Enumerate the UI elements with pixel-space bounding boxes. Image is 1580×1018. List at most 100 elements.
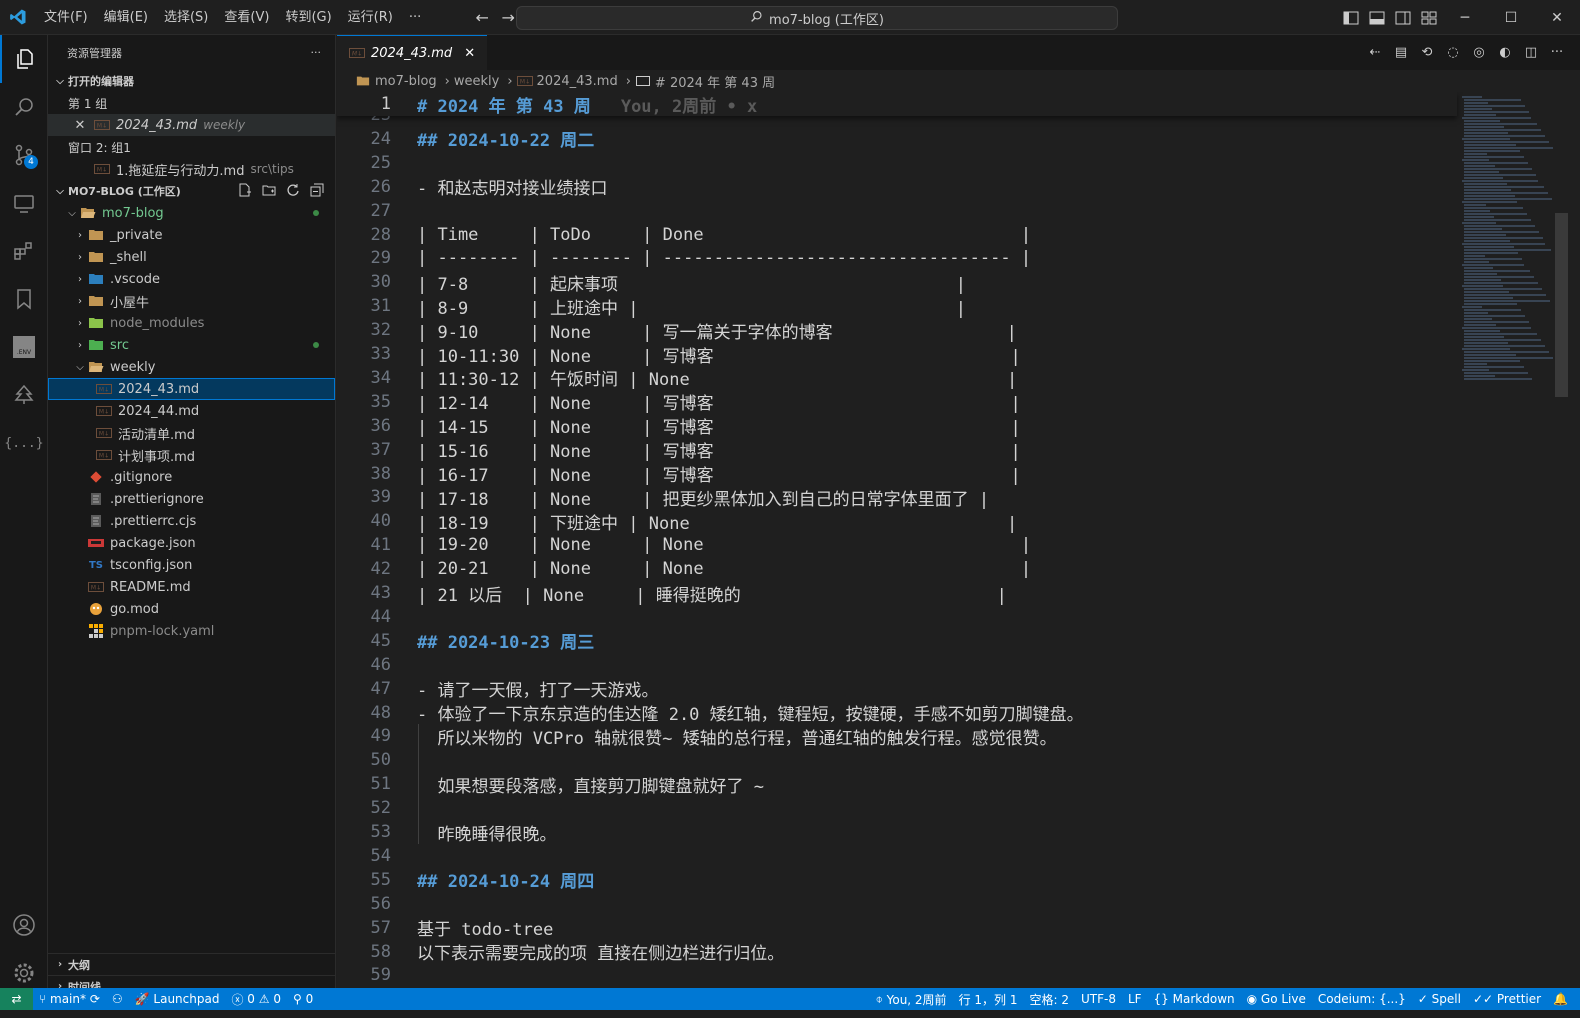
code-line[interactable]: 54: [337, 844, 1457, 868]
git-next-icon[interactable]: ◎: [1466, 45, 1492, 60]
toggle-primary-sidebar-icon[interactable]: [1338, 0, 1364, 35]
code-line[interactable]: 58 以下表示需要完成的项 直接在侧边栏进行归位。: [337, 940, 1457, 965]
code-line[interactable]: 34 | 11:30-12 | 午饭时间 | None |: [337, 366, 1457, 391]
tree-file-active[interactable]: M↓ 2024_43.md: [48, 378, 335, 400]
explorer-icon[interactable]: [0, 35, 48, 83]
code-line[interactable]: 53 昨晚睡得很晚。: [337, 820, 1457, 845]
tree-folder-open[interactable]: ⌵ weekly: [48, 356, 335, 378]
ports-status[interactable]: ⚲ 0: [287, 992, 319, 1006]
code-line[interactable]: 48 - 体验了一下京东京造的佳达隆 2.0 矮红轴，键程短，按键硬，手感不如剪刀…: [337, 701, 1457, 726]
code-line[interactable]: 32 | 9-10 | None | 写一篇关于字体的博客 |: [337, 318, 1457, 343]
breadcrumb-item[interactable]: weekly: [454, 74, 499, 89]
new-file-icon[interactable]: [233, 183, 257, 200]
tab-2024-43[interactable]: M↓ 2024_43.md ✕: [337, 35, 488, 70]
workspace-header[interactable]: ⌵ MO7-BLOG (工作区): [48, 180, 335, 202]
remote-indicator-icon[interactable]: ⇄: [0, 988, 33, 1010]
back-arrow-icon[interactable]: ←: [469, 8, 495, 27]
tree-file[interactable]: M↓ 2024_44.md: [48, 400, 335, 422]
tree-file[interactable]: go.mod: [48, 598, 335, 620]
account-icon[interactable]: [0, 901, 48, 949]
branch-status[interactable]: ⑂ main* ⟳: [33, 992, 106, 1006]
source-control-icon[interactable]: 4: [0, 131, 48, 179]
open-editors-header[interactable]: ⌵ 打开的编辑器: [48, 70, 335, 92]
todo-tree-icon[interactable]: [0, 371, 48, 419]
encoding[interactable]: UTF-8: [1075, 992, 1122, 1006]
code-line[interactable]: 36 | 14-15 | None | 写博客 |: [337, 414, 1457, 439]
tree-file[interactable]: M↓ 活动清单.md: [48, 422, 335, 444]
spell-status[interactable]: ✓ Spell: [1412, 992, 1467, 1006]
tree-folder[interactable]: › 小屋牛: [48, 290, 335, 312]
code-line[interactable]: 40 | 18-19 | 下班途中 | None |: [337, 509, 1457, 534]
end-of-line[interactable]: LF: [1122, 992, 1148, 1006]
json-braces-icon[interactable]: {...}: [0, 419, 48, 467]
code-line[interactable]: 38 | 16-17 | None | 写博客 |: [337, 462, 1457, 487]
menu-view[interactable]: 查看(V): [216, 0, 277, 35]
open-editor-item[interactable]: M↓ 1.拖延症与行动力.md src\tips: [48, 158, 335, 180]
remote-explorer-icon[interactable]: [0, 179, 48, 227]
code-line[interactable]: 33 | 10-11:30 | None | 写博客 |: [337, 342, 1457, 367]
customize-layout-icon[interactable]: [1416, 0, 1442, 35]
tree-file[interactable]: M↓ 计划事项.md: [48, 444, 335, 466]
tree-folder[interactable]: › _private: [48, 224, 335, 246]
menu-edit[interactable]: 编辑(E): [96, 0, 156, 35]
close-window-icon[interactable]: ✕: [1534, 10, 1580, 26]
tree-file[interactable]: pnpm-lock.yaml: [48, 620, 335, 642]
breadcrumb-item[interactable]: # 2024 年 第 43 周: [655, 72, 775, 91]
menu-selection[interactable]: 选择(S): [156, 0, 216, 35]
maximize-icon[interactable]: ☐: [1488, 10, 1534, 26]
code-line[interactable]: 44: [337, 605, 1457, 629]
cursor-position[interactable]: 行 1，列 1: [953, 991, 1024, 1008]
code-line[interactable]: 27: [337, 199, 1457, 223]
code-line[interactable]: 52: [337, 796, 1457, 820]
editor-scrollbar[interactable]: [1555, 213, 1568, 397]
tree-file[interactable]: TS tsconfig.json: [48, 554, 335, 576]
sync-icon[interactable]: ⟳: [86, 992, 100, 1006]
open-editor-item[interactable]: ✕ M↓ 2024_43.md weekly: [48, 114, 335, 136]
tree-folder[interactable]: › src: [48, 334, 335, 356]
code-line[interactable]: 42 | 20-21 | None | None |: [337, 557, 1457, 581]
code-line[interactable]: 50: [337, 748, 1457, 772]
tree-file[interactable]: .gitignore: [48, 466, 335, 488]
new-folder-icon[interactable]: [257, 183, 281, 200]
notifications-bell-icon[interactable]: 🔔: [1547, 992, 1574, 1006]
live-share-icon[interactable]: ⚇: [106, 992, 129, 1006]
more-actions-icon[interactable]: ···: [311, 46, 322, 59]
codeium-status[interactable]: Codeium: {...}: [1312, 992, 1412, 1006]
search-activity-icon[interactable]: [0, 83, 48, 131]
prettier-status[interactable]: ✓✓ Prettier: [1467, 992, 1547, 1006]
code-line[interactable]: 31 | 8-9 | 上班途中 | |: [337, 294, 1457, 319]
code-line[interactable]: 35 | 12-14 | None | 写博客 |: [337, 390, 1457, 415]
breadcrumb-item[interactable]: 2024_43.md: [537, 74, 618, 89]
code-line[interactable]: 51 如果想要段落感，直接剪刀脚键盘就好了 ~: [337, 772, 1457, 797]
code-editor[interactable]: 1 # 2024 年 第 43 周You, 2周前 • x 2324## 202…: [337, 92, 1580, 997]
markdown-preview-icon[interactable]: ▤: [1388, 45, 1414, 60]
code-line[interactable]: 41 | 19-20 | None | None |: [337, 533, 1457, 557]
code-line[interactable]: 49 所以米物的 VCPro 轴就很赞~ 矮轴的总行程，普通红轴的触发行程。感觉…: [337, 724, 1457, 749]
indentation[interactable]: 空格: 2: [1023, 991, 1075, 1008]
go-live[interactable]: ◉ Go Live: [1241, 992, 1312, 1006]
tree-file[interactable]: package.json: [48, 532, 335, 554]
git-previous-icon[interactable]: ◌: [1440, 45, 1466, 60]
tree-file[interactable]: M↓ README.md: [48, 576, 335, 598]
tree-folder[interactable]: › _shell: [48, 246, 335, 268]
tree-folder[interactable]: › .vscode: [48, 268, 335, 290]
code-line[interactable]: 55 ## 2024-10-24 周四: [337, 868, 1457, 893]
tree-file[interactable]: .prettierrc.cjs: [48, 510, 335, 532]
code-line[interactable]: 47 - 请了一天假，打了一天游戏。: [337, 677, 1457, 702]
menu-file[interactable]: 文件(F): [36, 0, 96, 35]
tree-file[interactable]: .prettierignore: [48, 488, 335, 510]
outline-header[interactable]: › 大纲: [48, 953, 336, 975]
toggle-secondary-sidebar-icon[interactable]: [1390, 0, 1416, 35]
code-line[interactable]: 29 | -------- | -------- | --------------…: [337, 246, 1457, 270]
code-line[interactable]: 26 - 和赵志明对接业绩接口: [337, 175, 1457, 200]
minimize-icon[interactable]: ─: [1442, 10, 1488, 26]
code-line[interactable]: 57 基于 todo-tree: [337, 916, 1457, 941]
code-line[interactable]: 39 | 17-18 | None | 把更纱黑体加入到自己的日常字体里面了 |: [337, 485, 1457, 510]
extensions-icon[interactable]: [0, 227, 48, 275]
env-icon[interactable]: .ENV: [0, 323, 48, 371]
sticky-scroll-header[interactable]: 1 # 2024 年 第 43 周 You, 2周前 • x: [337, 92, 1457, 117]
menu-more[interactable]: ···: [401, 0, 429, 35]
close-icon[interactable]: ✕: [72, 118, 88, 133]
timeline-icon[interactable]: ◐: [1492, 45, 1518, 60]
tree-folder-root[interactable]: ⌵ mo7-blog: [48, 202, 335, 224]
